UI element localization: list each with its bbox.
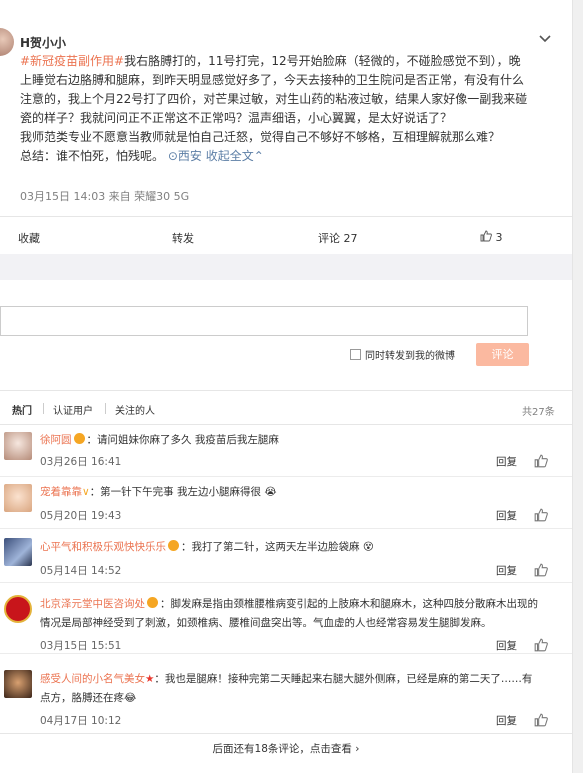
post-line-4: 瓷的样子？我就问问正不正常这不正常吗？温声细语，小心翼翼，是太好说话了？ xyxy=(20,111,453,125)
comment-item: 感受人间的小名气美女★：我也是腿麻！接种完第二天睡起来右腿大腿外侧麻，已经是麻的… xyxy=(0,654,572,734)
comment-time: 03月15日 15:51 xyxy=(40,640,122,652)
post-line-6: 总结：谁不怕死，怕残呢。 ⊙西安 收起全文⌃ xyxy=(20,149,264,163)
comment-username[interactable]: 感受人间的小名气美女 xyxy=(40,673,145,685)
submit-comment-button[interactable]: 评论 xyxy=(476,343,529,366)
scrollbar[interactable] xyxy=(572,0,583,773)
comment-username[interactable]: 徐阿圆 xyxy=(40,434,72,446)
more-comments-link[interactable]: 后面还有18条评论，点击查看 › xyxy=(0,734,572,764)
comment-button[interactable]: 评论 27 xyxy=(318,230,358,246)
post-content: #新冠疫苗副作用#我右胳膊打的，11号打完，12号开始脸麻（轻微的，不碰脸感觉不… xyxy=(20,52,560,166)
post-line-1: #新冠疫苗副作用#我右胳膊打的，11号打完，12号开始脸麻（轻微的，不碰脸感觉不… xyxy=(20,54,521,68)
comment-tabs: 热门 认证用户 关注的人 共27条 xyxy=(0,390,572,425)
forward-button[interactable]: 转发 xyxy=(172,230,194,246)
thumbs-up-icon[interactable] xyxy=(534,508,548,522)
comment-username[interactable]: 心平气和积极乐观快快乐乐 xyxy=(40,541,166,553)
post-line-3: 注意的，我上个月22号打了四价，对芒果过敏，对生山药的粘液过敏，结果人家好像一副… xyxy=(20,92,528,106)
comment-item: 北京泽元堂中医咨询处 ：脚发麻是指由颈椎腰椎病变引起的上肢麻木和腿麻木，这种四肢分… xyxy=(0,583,572,654)
thumbs-up-icon[interactable] xyxy=(534,713,548,727)
tab-following[interactable]: 关注的人 xyxy=(115,402,155,417)
comment-text: 心平气和积极乐观快快乐乐 ：我打了第二针，这两天左半边脸袋麻 😵 xyxy=(40,540,374,553)
comment-username[interactable]: 北京泽元堂中医咨询处 xyxy=(40,598,145,610)
tab-hot[interactable]: 热门 xyxy=(12,402,32,417)
comment-time: 05月20日 19:43 xyxy=(40,510,122,522)
post-meta: 03月15日 14:03 来自 荣耀30 5G xyxy=(20,190,190,203)
comment-avatar[interactable] xyxy=(4,670,32,698)
comment-input[interactable] xyxy=(0,306,528,336)
like-count: 3 xyxy=(495,231,503,244)
vip-badge-icon xyxy=(147,597,158,608)
favorite-button[interactable]: 收藏 xyxy=(18,230,40,246)
avatar[interactable] xyxy=(0,28,14,56)
comment-time: 04月17日 10:12 xyxy=(40,715,122,727)
comment-text: 徐阿圆 ：请问姐妹你麻了多久 我疫苗后我左腿麻 xyxy=(40,433,279,446)
verified-v-icon: ∨ xyxy=(82,486,90,498)
reply-button[interactable]: 回复 xyxy=(496,454,517,469)
comment-avatar[interactable] xyxy=(4,538,32,566)
reply-button[interactable]: 回复 xyxy=(496,638,517,653)
reply-button[interactable]: 回复 xyxy=(496,508,517,523)
comment-total: 共27条 xyxy=(522,407,555,418)
comment-text: 感受人间的小名气美女★：我也是腿麻！接种完第二天睡起来右腿大腿外侧麻，已经是麻的… xyxy=(40,673,533,704)
comment-item: 徐阿圆 ：请问姐妹你麻了多久 我疫苗后我左腿麻 03月26日 16:41 回复 xyxy=(0,425,572,477)
comment-text: 北京泽元堂中医咨询处 ：脚发麻是指由颈椎腰椎病变引起的上肢麻木和腿麻木，这种四肢分… xyxy=(40,597,538,629)
reply-button[interactable]: 回复 xyxy=(496,713,517,728)
thumbs-up-icon xyxy=(480,230,492,242)
post-header: H贺小小 xyxy=(0,24,572,56)
vip-badge-icon xyxy=(73,433,85,444)
chevron-up-icon[interactable]: ⌃ xyxy=(254,149,264,163)
tab-divider xyxy=(105,403,106,414)
location-link[interactable]: 西安 xyxy=(178,149,202,163)
crying-emoji-icon: 😭 xyxy=(264,486,277,498)
comment-item: 心平气和积极乐观快快乐乐 ：我打了第二针，这两天左半边脸袋麻 😵 05月14日 1… xyxy=(0,529,572,583)
collapse-link[interactable]: 收起全文 xyxy=(206,149,254,163)
topic-tag-link[interactable]: #新冠疫苗副作用# xyxy=(20,54,124,68)
section-divider xyxy=(0,254,572,280)
thumbs-up-icon[interactable] xyxy=(534,638,548,652)
like-button[interactable]: 3 xyxy=(480,230,503,244)
reply-button[interactable]: 回复 xyxy=(496,563,517,578)
comment-avatar[interactable] xyxy=(4,432,32,460)
forward-checkbox-label: 同时转发到我的微博 xyxy=(365,351,455,362)
comment-time: 05月14日 14:52 xyxy=(40,565,122,577)
comment-avatar[interactable] xyxy=(4,484,32,512)
tab-divider xyxy=(43,403,44,414)
comment-item: 宠着靠靠∨：第一针下午完事 我左边小腿麻得很 😭 05月20日 19:43 回复 xyxy=(0,477,572,529)
tab-verified[interactable]: 认证用户 xyxy=(53,402,93,417)
post-line-5: 我师范类专业不愿意当教师就是怕自己迁怒，觉得自己不够好不够格，互相理解就那么难？ xyxy=(20,130,501,144)
location-pin-icon: ⊙ xyxy=(167,149,178,163)
star-badge-icon: ★ xyxy=(145,673,155,685)
comment-avatar[interactable] xyxy=(4,595,32,623)
post-line-2: 上睡觉右边胳膊和腿麻，到昨天明显感觉好多了，今天去接种的卫生院问是否正常，有没有… xyxy=(20,73,525,87)
forward-checkbox[interactable] xyxy=(350,349,361,360)
comment-text: 宠着靠靠∨：第一针下午完事 我左边小腿麻得很 😭 xyxy=(40,486,277,498)
vip-badge-icon xyxy=(168,540,179,551)
comment-username[interactable]: 宠着靠靠 xyxy=(40,486,82,498)
action-bar: 收藏 转发 评论 27 3 xyxy=(0,216,572,254)
post-username[interactable]: H贺小小 xyxy=(20,34,66,51)
thumbs-up-icon[interactable] xyxy=(534,563,548,577)
thumbs-up-icon[interactable] xyxy=(534,454,548,468)
comment-time: 03月26日 16:41 xyxy=(40,456,122,468)
weibo-post-card: H贺小小 #新冠疫苗副作用#我右胳膊打的，11号打完，12号开始脸麻（轻微的，不… xyxy=(0,0,572,773)
chevron-down-icon[interactable] xyxy=(538,32,554,48)
emoji-icon: 😵 xyxy=(362,541,374,553)
